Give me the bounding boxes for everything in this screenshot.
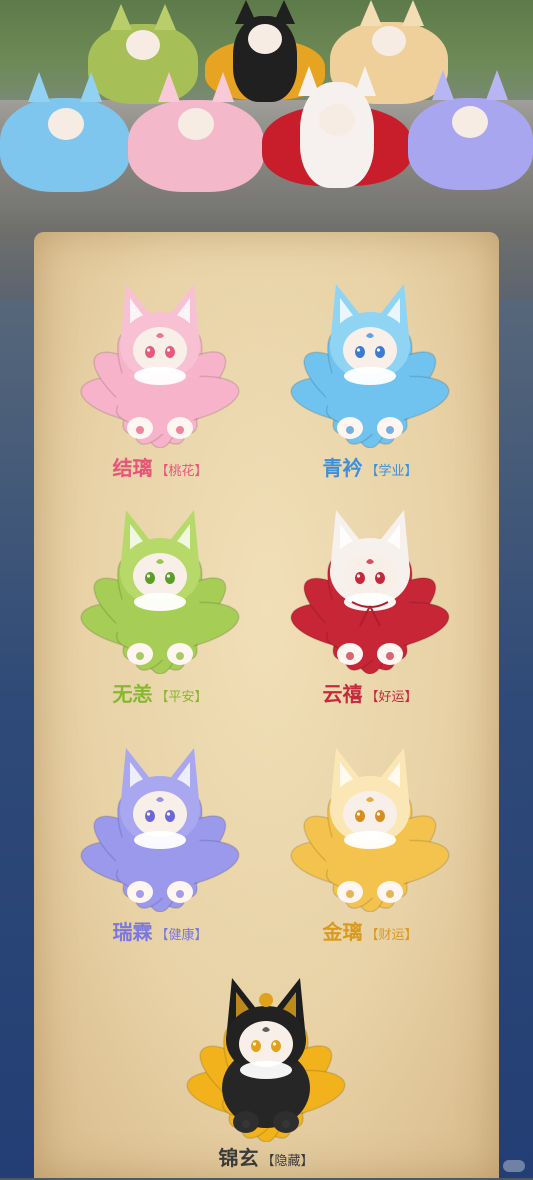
ruff-shape [134,831,186,849]
fox-illustration [80,284,240,448]
character-red: 云禧 【好运】 [270,502,470,712]
right-eye-shape [165,810,175,822]
character-name: 云禧 [322,682,363,706]
fox-illustration [186,978,346,1142]
left-eye-shape [251,1040,261,1052]
fox-illustration [290,284,450,448]
watermark-icon [503,1160,525,1172]
character-label: 青衿 【学业】 [270,452,470,481]
left-eye-shape [145,810,155,822]
fox-illustration [80,510,240,674]
fox-illustration [80,748,240,912]
ruff-shape [344,593,396,611]
character-label: 结璃 【桃花】 [60,452,260,481]
character-tag: 【健康】 [155,928,208,943]
ruff-shape [134,367,186,385]
character-purple: 瑞霖 【健康】 [60,740,260,950]
right-eye-shape [375,572,385,584]
character-tag: 【好运】 [365,690,418,705]
left-eye-shape [355,572,365,584]
character-label: 云禧 【好运】 [270,678,470,707]
left-eye-shape [355,346,365,358]
character-blue: 青衿 【学业】 [270,276,470,486]
plush-purple [408,70,533,192]
left-eye-shape [355,810,365,822]
character-tag: 【学业】 [365,464,418,479]
ruff-shape [134,593,186,611]
fox-illustration [290,510,450,674]
left-eye-shape [145,572,155,584]
right-eye-shape [375,346,385,358]
character-label: 瑞霖 【健康】 [60,916,260,945]
plush-pink [128,72,264,192]
character-label: 无恙 【平安】 [60,678,260,707]
character-name: 瑞霖 [112,920,153,944]
character-black: 锦玄 【隐藏】 [166,970,366,1180]
character-tag: 【财运】 [365,928,418,943]
character-tag: 【隐藏】 [261,1154,314,1169]
character-name: 青衿 [322,456,363,480]
character-label: 金璃 【财运】 [270,916,470,945]
crest-shape [259,993,273,1007]
character-name: 无恙 [112,682,153,706]
character-name: 金璃 [322,920,363,944]
right-eye-shape [271,1040,281,1052]
right-eye-shape [165,346,175,358]
character-green: 无恙 【平安】 [60,502,260,712]
ruff-shape [344,831,396,849]
character-label: 锦玄 【隐藏】 [166,1142,366,1171]
left-eye-shape [145,346,155,358]
plush-red [262,66,412,188]
right-eye-shape [165,572,175,584]
ruff-shape [240,1061,292,1079]
character-gold: 金璃 【财运】 [270,740,470,950]
character-name: 结璃 [112,456,153,480]
plush-blue [0,72,130,194]
character-name: 锦玄 [218,1146,259,1170]
fox-illustration [290,748,450,912]
character-tag: 【桃花】 [155,464,208,479]
character-tag: 【平安】 [155,690,208,705]
ruff-shape [344,367,396,385]
right-eye-shape [375,810,385,822]
character-pink: 结璃 【桃花】 [60,276,260,486]
